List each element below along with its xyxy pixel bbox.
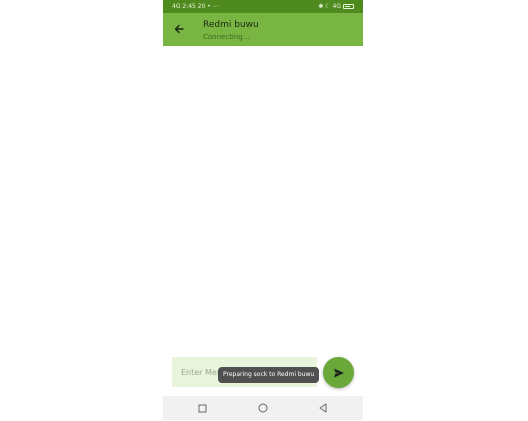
system-nav-bar: [163, 396, 363, 420]
status-bar-right: ✱ ☾ 4G: [318, 0, 354, 13]
recents-button[interactable]: [196, 402, 208, 414]
phone-screen: 4G 2:45 20 • ⋯ ✱ ☾ 4G Redmi buwu Connect…: [163, 0, 363, 421]
triangle-back-icon: [319, 403, 327, 413]
toast-message: Preparing sock to Redmi buwu: [218, 367, 320, 383]
home-button[interactable]: [257, 402, 269, 414]
message-list[interactable]: [163, 46, 363, 354]
battery-icon: [343, 4, 354, 9]
send-button[interactable]: [323, 357, 354, 388]
connection-status: Connecting...: [203, 33, 250, 41]
back-button[interactable]: [172, 22, 186, 36]
chat-header: Redmi buwu Connecting...: [203, 19, 259, 42]
arrow-left-icon: [174, 24, 184, 34]
square-icon: [198, 404, 206, 412]
page: 4G 2:45 20 • ⋯ ✱ ☾ 4G Redmi buwu Connect…: [0, 0, 528, 421]
app-bar: Redmi buwu Connecting...: [163, 13, 363, 46]
status-bar: 4G 2:45 20 • ⋯ ✱ ☾ 4G: [163, 0, 363, 13]
status-bar-left-text: 4G 2:45 20 • ⋯: [172, 3, 219, 10]
send-icon: [333, 368, 344, 377]
chat-title: Redmi buwu: [203, 20, 259, 30]
back-nav-button[interactable]: [317, 402, 329, 414]
status-bar-right-text: ✱ ☾ 4G: [318, 3, 341, 10]
circle-icon: [258, 403, 268, 413]
